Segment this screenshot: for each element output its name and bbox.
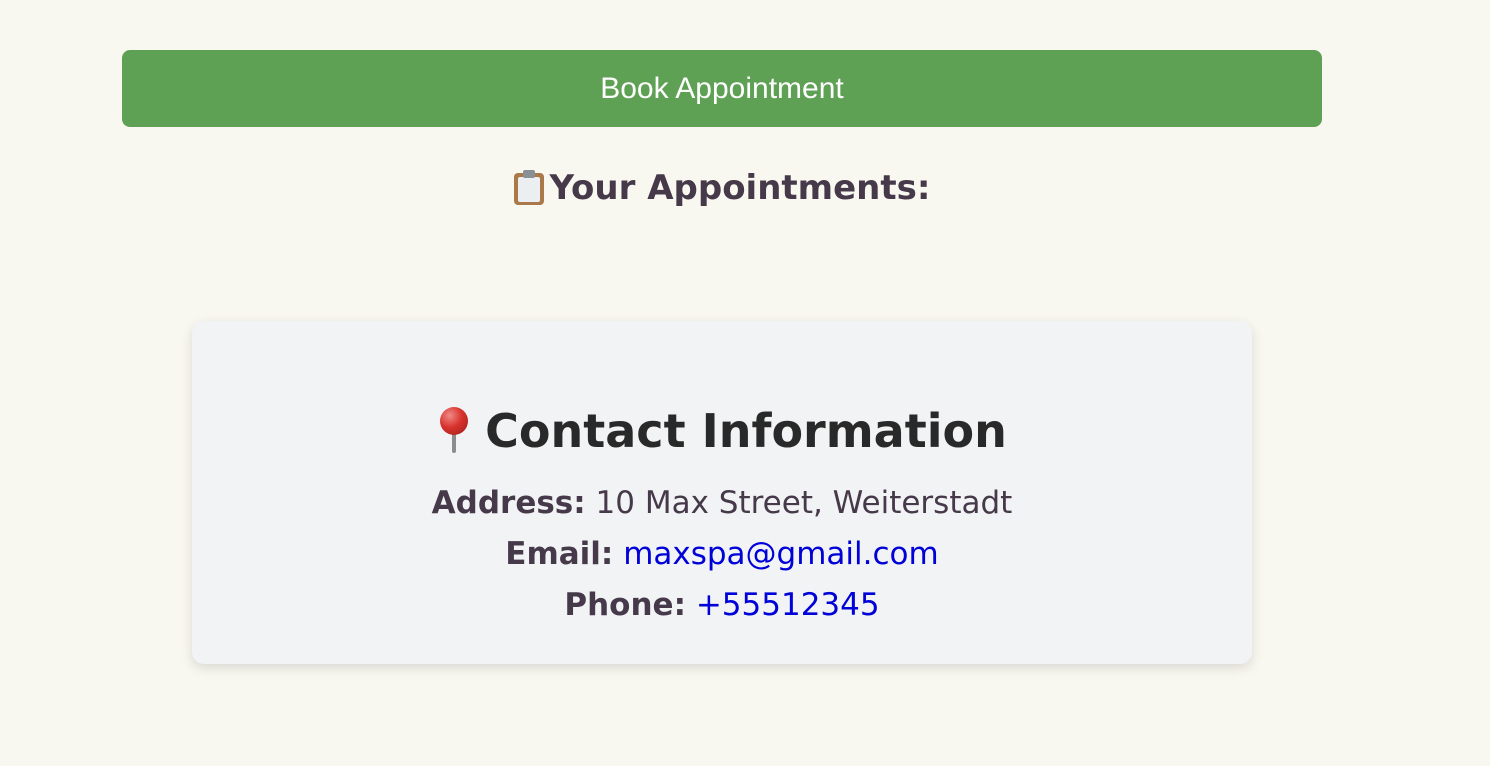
phone-link[interactable]: +55512345 <box>696 587 880 623</box>
round-pushpin-icon <box>437 407 471 453</box>
contact-phone: Phone: +55512345 <box>0 584 1444 626</box>
clipboard-icon <box>513 169 544 205</box>
contact-title: Contact Information <box>0 400 1444 462</box>
contact-title-text: Contact Information <box>485 404 1007 458</box>
appointments-heading: Your Appointments: <box>0 164 1444 212</box>
email-link[interactable]: maxspa@gmail.com <box>623 536 939 572</box>
appointments-heading-text: Your Appointments: <box>549 168 931 208</box>
email-label: Email: <box>505 536 614 572</box>
address-value: 10 Max Street, Weiterstadt <box>595 485 1013 521</box>
book-appointment-button[interactable]: Book Appointment <box>122 50 1322 127</box>
contact-email: Email: maxspa@gmail.com <box>0 533 1444 575</box>
address-label: Address: <box>431 485 586 521</box>
contact-address: Address: 10 Max Street, Weiterstadt <box>0 482 1444 524</box>
phone-label: Phone: <box>564 587 686 623</box>
